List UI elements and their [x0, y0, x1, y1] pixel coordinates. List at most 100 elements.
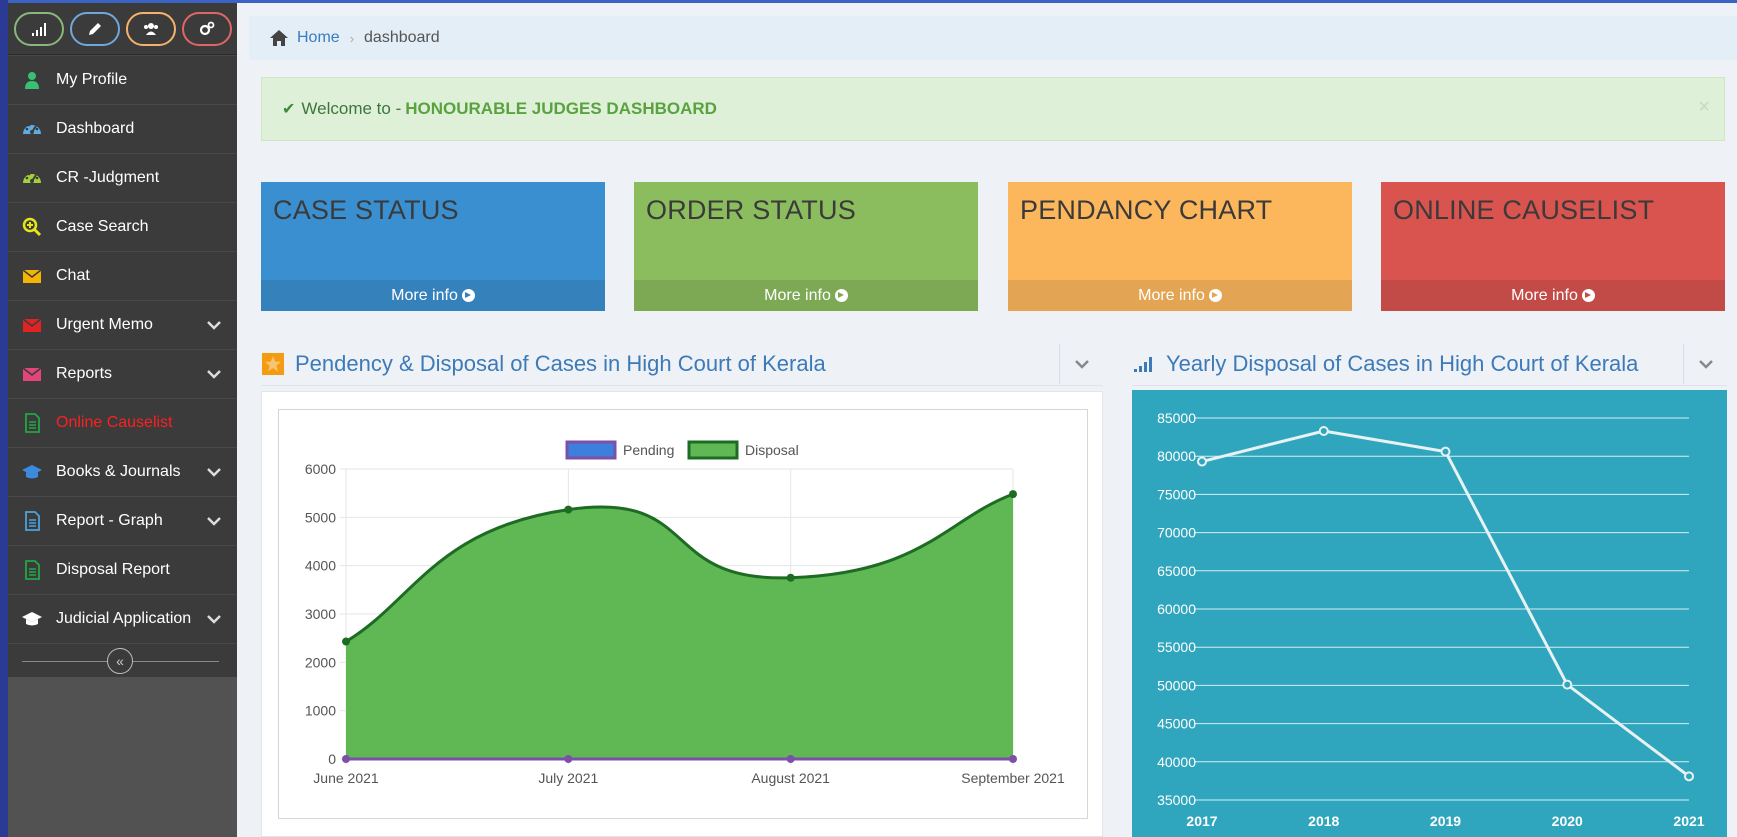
yearly-disposal-chart: 35000 40000 45000 50000 55000 60000 65000 70000…	[1157, 410, 1705, 829]
x-tick-label: August 2021	[751, 770, 830, 786]
y-tick-label: 2000	[305, 654, 336, 670]
tile-title: ORDER STATUS	[646, 195, 856, 225]
more-info-link[interactable]: More info	[634, 280, 978, 311]
sidebar-item-label: Judicial Application	[56, 610, 192, 627]
y-tick-label: 50000	[1157, 677, 1196, 693]
yearly-chart-panel: 35000 40000 45000 50000 55000 60000 65000 70000…	[1132, 390, 1727, 837]
pendency-chart-panel: 0 1000 2000 3000 4000 5000 6000 June 2021 July 2…	[261, 391, 1103, 837]
legend-swatch	[687, 440, 739, 460]
sidebar-item-books-journals[interactable]: Books & Journals	[8, 447, 237, 496]
breadcrumb-current: dashboard	[364, 29, 440, 46]
pencil-icon	[89, 22, 101, 35]
disposal-point	[342, 637, 350, 646]
chevron-down-icon	[203, 614, 225, 624]
sidebar-item-online-causelist[interactable]: Online Causelist	[8, 398, 237, 447]
x-tick-label: 2017	[1186, 813, 1217, 829]
sidebar-item-label: Dashboard	[56, 120, 135, 137]
sidebar-shortcuts	[8, 3, 237, 55]
stats-shortcut-button[interactable]	[14, 11, 64, 46]
graduation-cap-icon	[8, 462, 56, 482]
disposal-point	[786, 573, 795, 582]
chevron-down-icon	[203, 516, 225, 526]
y-tick-label: 1000	[305, 703, 336, 719]
envelope-icon	[8, 266, 56, 286]
more-info-link[interactable]: More info	[1381, 280, 1725, 311]
signal-icon	[32, 22, 46, 36]
legend-label: Disposal	[745, 442, 799, 458]
y-tick-label: 60000	[1157, 601, 1196, 617]
pending-point	[786, 755, 795, 763]
settings-shortcut-button[interactable]	[182, 11, 232, 46]
users-shortcut-button[interactable]	[126, 11, 176, 46]
search-plus-icon	[8, 217, 56, 237]
more-info-label: More info	[391, 286, 458, 304]
pendency-chart-frame: 0 1000 2000 3000 4000 5000 6000 June 2021 July 2…	[278, 409, 1088, 819]
chevron-down-icon	[203, 369, 225, 379]
pending-point	[564, 755, 573, 763]
sidebar-item-chat[interactable]: Chat	[8, 251, 237, 300]
breadcrumb-home-link[interactable]: Home	[297, 29, 340, 47]
sidebar-item-dashboard[interactable]: Dashboard	[8, 104, 237, 153]
sidebar-item-cr-judgment[interactable]: CR -Judgment	[8, 153, 237, 202]
sidebar-item-report-graph[interactable]: Report - Graph	[8, 496, 237, 545]
pendency-panel-header: Pendency & Disposal of Cases in High Cou…	[261, 342, 1103, 386]
sidebar-item-label: Chat	[56, 267, 90, 284]
more-info-link[interactable]: More info	[1008, 280, 1352, 311]
pending-point	[1009, 755, 1017, 763]
arrow-circle-right-icon	[1208, 289, 1222, 302]
yearly-panel-collapse-button[interactable]	[1683, 344, 1727, 384]
y-tick-label: 40000	[1157, 754, 1196, 770]
x-tick-label: June 2021	[313, 770, 379, 786]
y-tick-label: 80000	[1157, 448, 1196, 464]
alert-prefix: Welcome to -	[301, 99, 402, 118]
sidebar-item-label: Case Search	[56, 218, 149, 235]
sidebar-item-my-profile[interactable]: My Profile	[8, 55, 237, 104]
pendency-panel-collapse-button[interactable]	[1059, 344, 1103, 384]
sidebar-collapse-button[interactable]: «	[107, 648, 133, 674]
y-tick-label: 45000	[1157, 716, 1196, 732]
sidebar-item-reports[interactable]: Reports	[8, 349, 237, 398]
left-edge-strip	[0, 0, 8, 837]
alert-close-button[interactable]: ×	[1698, 96, 1710, 119]
yearly-point	[1684, 771, 1694, 782]
yearly-point	[1318, 425, 1329, 436]
y-tick-label: 75000	[1157, 486, 1196, 502]
y-tick-label: 6000	[305, 461, 336, 477]
y-tick-label: 65000	[1157, 563, 1196, 579]
more-info-label: More info	[1511, 286, 1578, 304]
chevron-down-icon	[203, 467, 225, 477]
sidebar-item-disposal-report[interactable]: Disposal Report	[8, 545, 237, 594]
pendency-disposal-chart: 0 1000 2000 3000 4000 5000 6000 June 2021 July 2…	[305, 440, 1065, 786]
chevron-down-icon	[1074, 360, 1089, 369]
welcome-alert: ✔ Welcome to - HONOURABLE JUDGES DASHBOA…	[261, 77, 1725, 141]
tile-online-causelist[interactable]: ONLINE CAUSELIST More info	[1381, 182, 1725, 311]
chevron-down-icon	[1698, 360, 1713, 369]
y-tick-label: 55000	[1157, 639, 1196, 655]
more-info-label: More info	[1138, 286, 1205, 304]
sidebar: My Profile Dashboard CR -Judgment Case Sear…	[8, 3, 237, 837]
edit-shortcut-button[interactable]	[70, 11, 120, 46]
tile-pendancy-chart[interactable]: PENDANCY CHART More info	[1008, 182, 1352, 311]
sidebar-item-judicial-application[interactable]: Judicial Application	[8, 594, 237, 643]
legend-label: Pending	[623, 442, 674, 458]
tile-order-status[interactable]: ORDER STATUS More info	[634, 182, 978, 311]
sidebar-item-label: CR -Judgment	[56, 169, 160, 186]
envelope-icon	[8, 315, 56, 335]
x-tick-label: 2021	[1673, 813, 1704, 829]
sidebar-item-label: Report - Graph	[56, 512, 163, 529]
tile-case-status[interactable]: CASE STATUS More info	[261, 182, 605, 311]
yearly-point	[1562, 679, 1573, 690]
x-tick-label: July 2021	[538, 770, 598, 786]
cogs-icon	[199, 21, 215, 35]
yearly-disposal-line	[1201, 429, 1690, 778]
sidebar-item-urgent-memo[interactable]: Urgent Memo	[8, 300, 237, 349]
more-info-link[interactable]: More info	[261, 280, 605, 311]
sidebar-item-case-search[interactable]: Case Search	[8, 202, 237, 251]
y-tick-label: 5000	[305, 509, 336, 525]
breadcrumb-separator-icon: ›	[349, 30, 355, 46]
y-tick-label: 0	[328, 751, 336, 767]
users-icon	[144, 22, 158, 35]
sidebar-item-label: My Profile	[56, 71, 128, 88]
arrow-circle-right-icon	[1581, 289, 1595, 302]
more-info-label: More info	[764, 286, 831, 304]
